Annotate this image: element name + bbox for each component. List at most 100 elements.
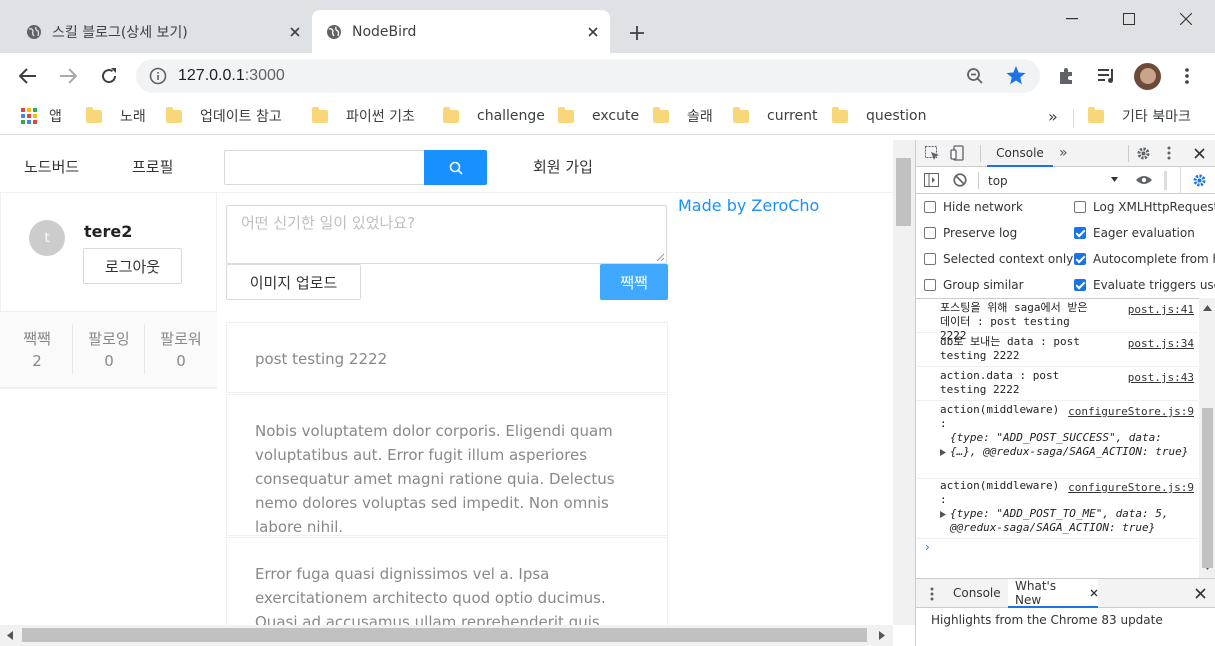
extensions-icon[interactable]: [1052, 61, 1082, 91]
post-textarea[interactable]: 어떤 신기한 일이 있었나요?: [226, 205, 667, 264]
more-tabs-icon[interactable]: »: [1059, 145, 1068, 161]
close-devtools-icon[interactable]: [1194, 148, 1205, 159]
folder-icon: [653, 106, 669, 123]
inspect-element-icon[interactable]: [925, 146, 940, 161]
tab-title: 스킬 블로그(상세 보기): [52, 24, 188, 41]
option-eager-evaluation[interactable]: Eager evaluation: [1074, 226, 1195, 240]
option-log-xhr[interactable]: Log XMLHttpRequests: [1074, 200, 1215, 214]
devtools-menu-icon[interactable]: [1167, 146, 1171, 160]
checkbox[interactable]: [924, 201, 936, 213]
close-tab-icon[interactable]: [582, 21, 604, 43]
scroll-right-icon[interactable]: [879, 631, 885, 640]
message-source-link[interactable]: post.js:34: [1128, 337, 1194, 351]
bookmark-folder[interactable]: 솔래: [653, 105, 713, 127]
message-source-link[interactable]: post.js:43: [1128, 371, 1194, 385]
more-bookmarks-button[interactable]: »: [1048, 105, 1058, 127]
bookmark-folder[interactable]: excute: [558, 105, 639, 127]
close-window-button[interactable]: [1157, 0, 1214, 38]
forward-button[interactable]: [53, 61, 83, 91]
search-input[interactable]: [224, 150, 425, 185]
stat-posts[interactable]: 짹짹 2: [1, 328, 73, 372]
filter-input[interactable]: [1164, 171, 1167, 190]
close-tab-icon[interactable]: [284, 21, 306, 43]
back-button[interactable]: [13, 61, 43, 91]
console-prompt[interactable]: ›: [925, 540, 930, 554]
new-tab-button[interactable]: [624, 20, 650, 46]
minimize-window-button[interactable]: [1043, 0, 1100, 38]
image-upload-button[interactable]: 이미지 업로드: [226, 264, 361, 300]
nav-home-link[interactable]: 노드버드: [24, 156, 79, 177]
message-source-link[interactable]: configureStore.js:9: [1068, 481, 1194, 495]
console-settings-icon[interactable]: [1192, 173, 1207, 188]
checkbox[interactable]: [1074, 201, 1086, 213]
stat-followers[interactable]: 팔로워 0: [145, 328, 217, 372]
message-text: action(middleware) :: [940, 479, 1060, 506]
expand-triangle-icon[interactable]: [940, 511, 946, 518]
bookmark-folder[interactable]: 노래: [86, 105, 146, 127]
bookmark-folder[interactable]: 업데이트 참고: [166, 105, 282, 127]
scroll-left-icon[interactable]: [7, 631, 13, 640]
user-nickname: tere2: [84, 222, 133, 241]
profile-avatar[interactable]: [1134, 63, 1161, 90]
address-bar[interactable]: 127.0.0.1:3000: [136, 59, 1040, 93]
bookmark-folder[interactable]: question: [832, 105, 926, 127]
expand-triangle-icon[interactable]: [940, 449, 946, 456]
checkbox[interactable]: [924, 253, 936, 265]
made-by-link[interactable]: Made by ZeroCho: [678, 196, 819, 215]
browser-tab-nodebird[interactable]: NodeBird: [312, 10, 610, 53]
message-source-link[interactable]: post.js:41: [1128, 303, 1194, 317]
clear-console-icon[interactable]: [953, 173, 967, 187]
option-group-similar[interactable]: Group similar: [924, 278, 1024, 292]
reload-button[interactable]: [94, 61, 124, 91]
info-icon[interactable]: [149, 67, 167, 85]
scroll-up-icon[interactable]: [1203, 305, 1212, 311]
gear-icon[interactable]: [1136, 146, 1151, 161]
sidebar-toggle-icon[interactable]: [924, 173, 939, 187]
resize-handle-icon[interactable]: [656, 253, 664, 261]
submit-post-button[interactable]: 짹짹: [600, 264, 668, 300]
console-scroll-thumb[interactable]: [1202, 408, 1213, 568]
maximize-window-button[interactable]: [1100, 0, 1157, 38]
nav-profile-link[interactable]: 프로필: [132, 156, 173, 177]
bookmark-apps[interactable]: 앱: [21, 105, 62, 127]
checkbox[interactable]: [924, 279, 936, 291]
logout-button[interactable]: 로그아웃: [83, 248, 182, 284]
tab-console[interactable]: Console: [987, 140, 1053, 167]
option-selected-context[interactable]: Selected context only: [924, 252, 1073, 266]
drawer-tab-whats-new[interactable]: What's New: [1008, 579, 1098, 608]
object-preview[interactable]: {type: "ADD_POST_TO_ME", data: 5, @@redu…: [940, 507, 1190, 535]
device-toolbar-icon[interactable]: [950, 145, 966, 161]
checkbox-checked[interactable]: [1074, 227, 1086, 239]
page-horizontal-scroll-thumb[interactable]: [22, 628, 867, 642]
checkbox-checked[interactable]: [1074, 253, 1086, 265]
bookmark-folder[interactable]: challenge: [443, 105, 545, 127]
eye-icon[interactable]: [1136, 175, 1152, 185]
checkbox[interactable]: [924, 227, 936, 239]
option-evaluate-triggers[interactable]: Evaluate triggers user a: [1074, 278, 1215, 292]
bookmark-folder[interactable]: current: [733, 105, 818, 127]
context-select[interactable]: top: [988, 171, 1118, 190]
close-tab-icon[interactable]: [1090, 589, 1098, 597]
more-menu-icon[interactable]: [1172, 61, 1202, 91]
browser-tab-blog[interactable]: 스킬 블로그(상세 보기): [12, 10, 312, 53]
bookmark-folder[interactable]: 파이썬 기초: [312, 105, 415, 127]
media-control-icon[interactable]: [1092, 61, 1122, 91]
close-drawer-icon[interactable]: [1195, 588, 1206, 599]
checkbox-checked[interactable]: [1074, 279, 1086, 291]
other-bookmarks-folder[interactable]: 기타 북마크: [1088, 105, 1191, 127]
stat-following[interactable]: 팔로잉 0: [73, 328, 145, 372]
option-autocomplete-history[interactable]: Autocomplete from his: [1074, 252, 1215, 266]
page-scroll-thumb[interactable]: [896, 158, 911, 226]
bookmark-label: 기타 북마크: [1122, 109, 1191, 125]
drawer-menu-icon[interactable]: [930, 587, 934, 601]
drawer-tab-console[interactable]: Console: [953, 586, 1001, 600]
option-hide-network[interactable]: Hide network: [924, 200, 1023, 214]
message-source-link[interactable]: configureStore.js:9: [1068, 405, 1194, 419]
devtools-drawer-tabbar: Console What's New: [916, 578, 1215, 608]
search-button[interactable]: [424, 150, 487, 185]
bookmark-star-icon[interactable]: [1006, 66, 1026, 85]
option-preserve-log[interactable]: Preserve log: [924, 226, 1017, 240]
zoom-out-icon[interactable]: [966, 67, 984, 85]
nav-signup-link[interactable]: 회원 가입: [533, 156, 593, 177]
object-preview[interactable]: {type: "ADD_POST_SUCCESS", data: {…}, @@…: [940, 431, 1190, 459]
